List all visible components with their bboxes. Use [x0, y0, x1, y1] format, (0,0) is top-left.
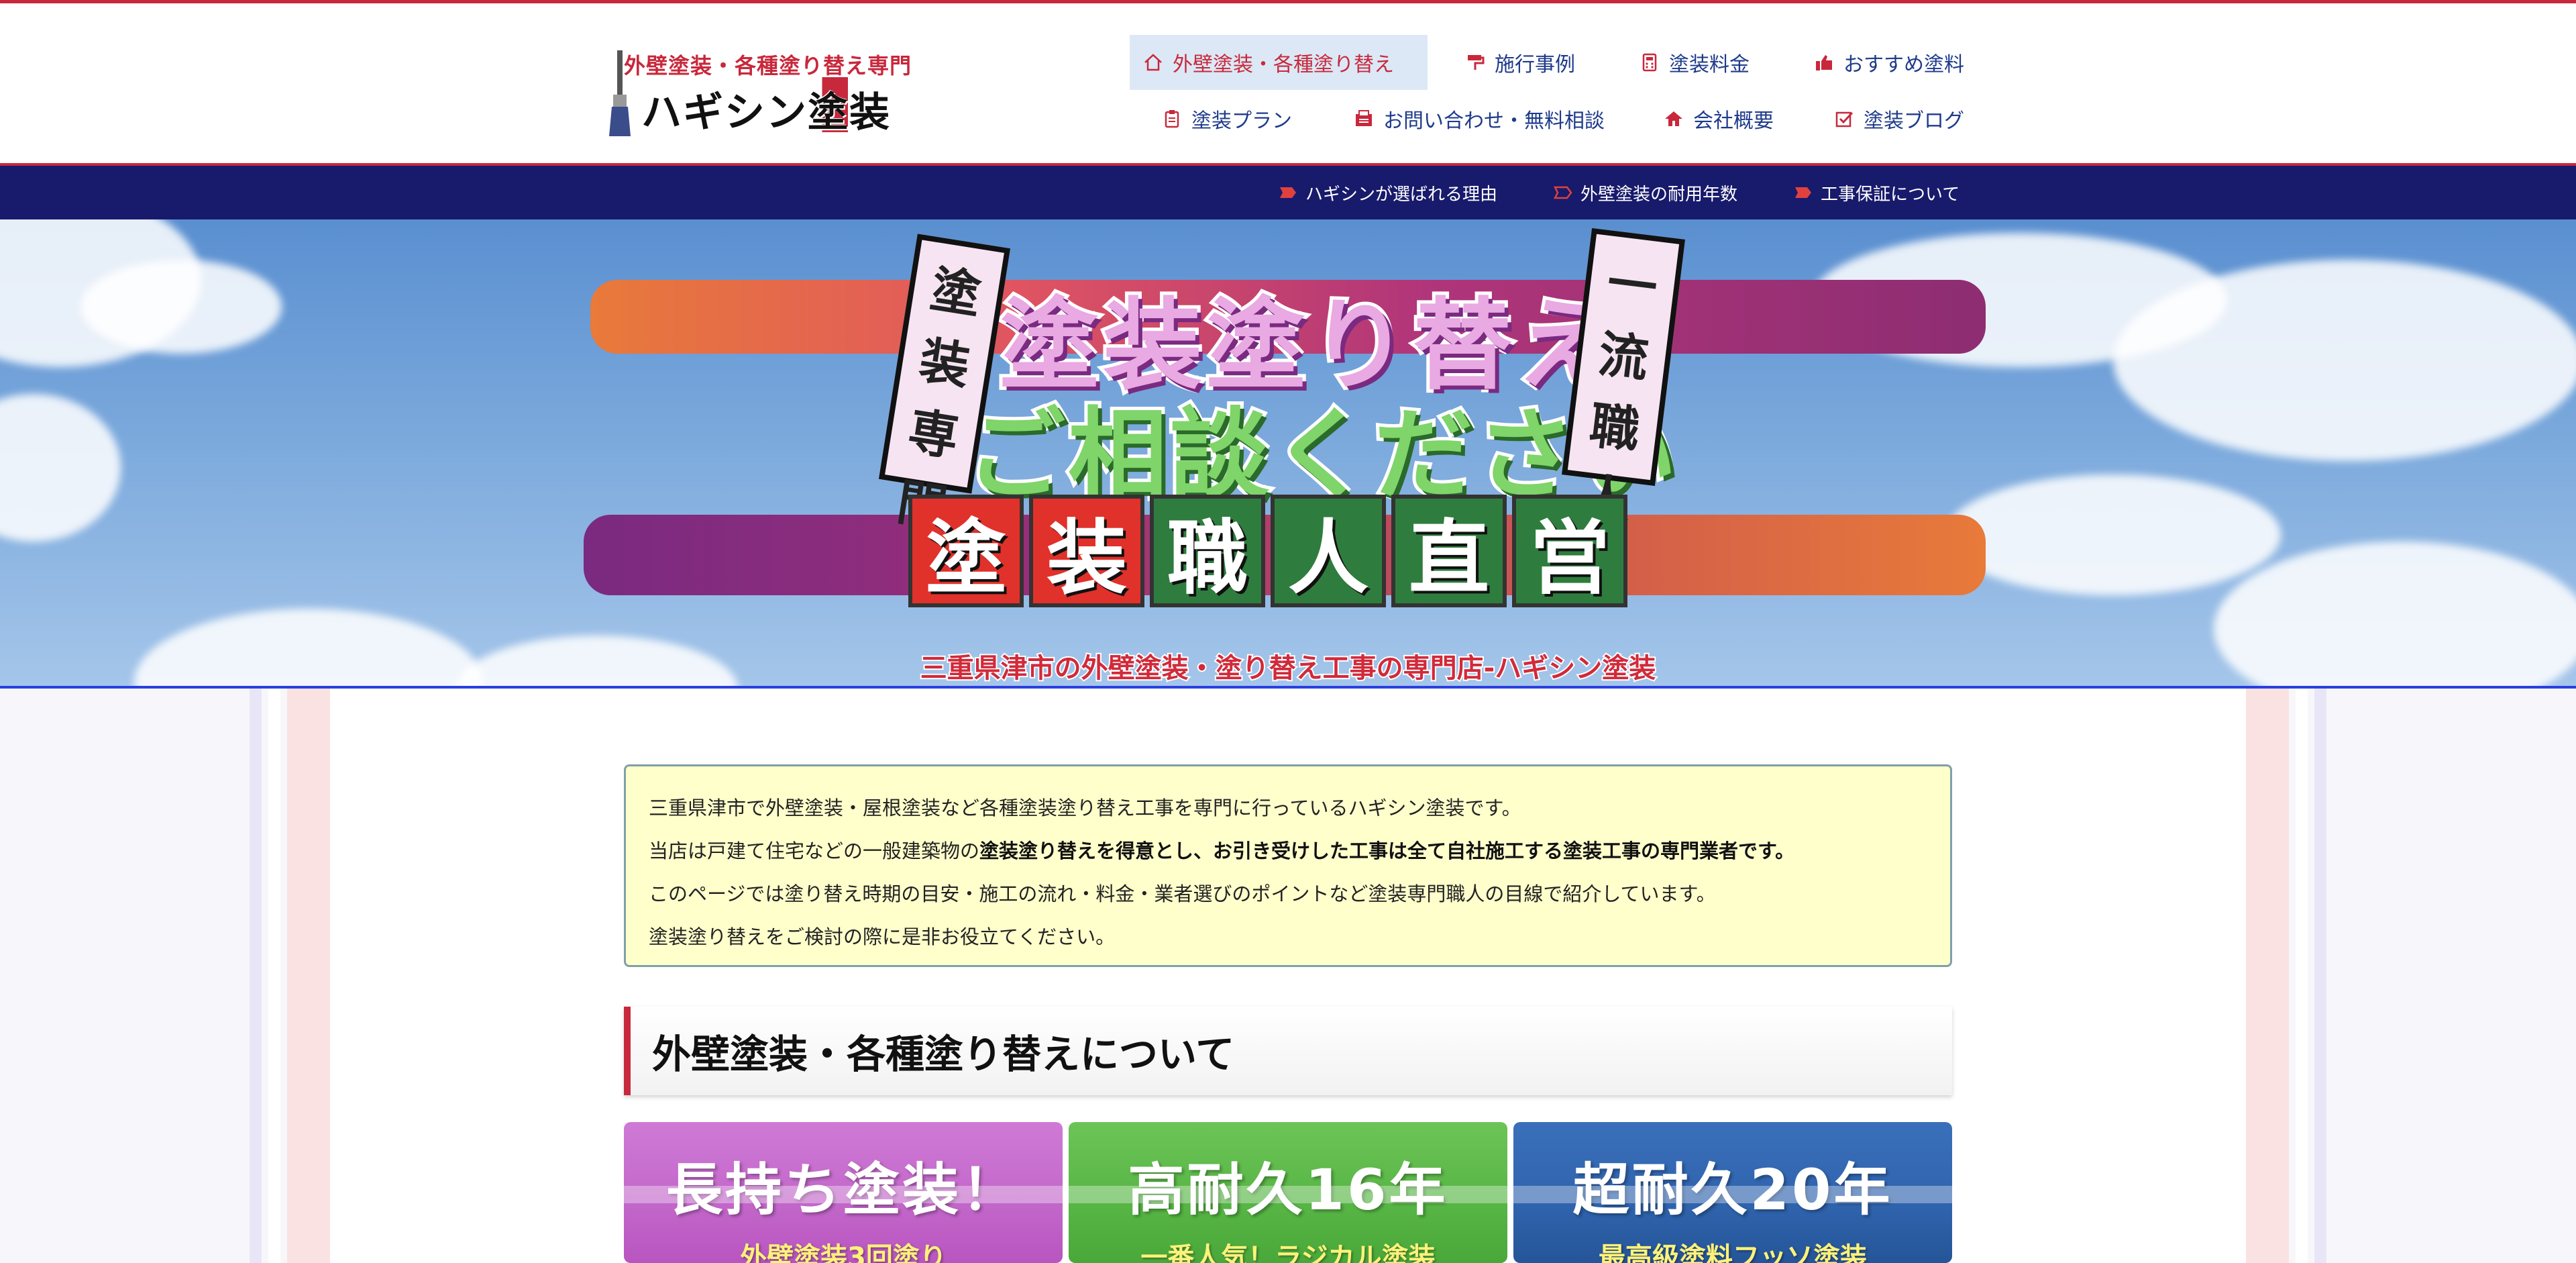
intro-emphasis: 塗装塗り替えを得意とし、お引き受けした工事は全て自社施工する塗装工事の専門業者で…: [979, 840, 1795, 862]
nav-item-label: 会社概要: [1693, 109, 1774, 133]
nav-item-contact[interactable]: お問い合わせ・無料相談: [1340, 91, 1618, 146]
cloud: [80, 260, 282, 354]
check-square-icon: [1834, 109, 1854, 129]
badge-char: 塗: [926, 260, 985, 325]
nav-item-recommended-paint[interactable]: おすすめ塗料: [1801, 35, 1978, 90]
nav-item-label: 塗装料金: [1669, 53, 1750, 77]
nav-item-exterior-painting[interactable]: 外壁塗装・各種塗り替え: [1130, 35, 1428, 90]
intro-box: 三重県津市で外壁塗装・屋根塗装など各種塗装塗り替え工事を専門に行っているハギシン…: [624, 764, 1952, 967]
home-icon: [1143, 52, 1163, 72]
thumbs-up-icon: [1814, 52, 1834, 72]
badge-char: 専: [904, 402, 963, 467]
card-shine: [1069, 1186, 1507, 1203]
home-icon: [1664, 109, 1684, 129]
tag-arrow-icon: [1280, 187, 1296, 198]
side-stripe: [2314, 689, 2326, 1263]
plan-card-3coat[interactable]: 長持ち塗装！ 外壁塗装3回塗り: [624, 1122, 1063, 1263]
subnav-item-label: 工事保証について: [1821, 184, 1960, 205]
subnav-item-label: 外壁塗装の耐用年数: [1580, 184, 1738, 205]
badge-char: 流: [1595, 325, 1652, 389]
card-subtitle: 最高級塗料フッソ塗装: [1599, 1242, 1867, 1263]
card-shine: [624, 1186, 1063, 1203]
side-stripe: [287, 689, 330, 1263]
kanji-tile: 塗: [908, 495, 1024, 607]
paint-roller-icon: [1465, 52, 1485, 72]
nav-item-label: おすすめ塗料: [1843, 53, 1964, 77]
clipboard-icon: [1162, 109, 1182, 129]
card-shine: [1513, 1186, 1952, 1203]
cloud: [1945, 474, 2281, 595]
badge-char: 職: [1586, 397, 1643, 460]
logo-name: ハギシン塗装: [641, 89, 891, 136]
kanji-tile: 直: [1391, 495, 1507, 607]
subnav-item-label: ハギシンが選ばれる理由: [1305, 184, 1498, 205]
kanji-tile: 人: [1271, 495, 1386, 607]
direct-management-kanji: 塗 装 職 人 直 営: [908, 495, 1627, 609]
card-subtitle: 一番人気！ラジカル塗装: [1140, 1242, 1436, 1263]
intro-line: このページでは塗り替え時期の目安・施工の流れ・料金・業者選びのポイントなど塗装専…: [649, 882, 1716, 905]
intro-line: 塗装塗り替えをご検討の際に是非お役立てください。: [649, 925, 1116, 948]
section-heading: 外壁塗装・各種塗り替えについて: [624, 1007, 1952, 1095]
subnav-item-durability[interactable]: 外壁塗装の耐用年数: [1554, 166, 1737, 219]
intro-text: 当店は戸建て住宅などの一般建築物の: [649, 840, 980, 862]
tag-arrow-icon: [1554, 186, 1572, 199]
kanji-tile: 職: [1150, 495, 1265, 607]
nav-item-plans[interactable]: 塗装プラン: [1148, 91, 1305, 146]
kanji-tile: 営: [1512, 495, 1627, 607]
calculator-icon: [1640, 52, 1660, 72]
tag-arrow-icon: [1795, 187, 1811, 198]
intro-line: 三重県津市で外壁塗装・屋根塗装など各種塗装塗り替え工事を専門に行っているハギシン…: [649, 797, 1521, 819]
cloud: [0, 394, 121, 542]
fax-icon: [1354, 109, 1374, 129]
nav-item-pricing[interactable]: 塗装料金: [1626, 35, 1763, 90]
badge-char: 装: [915, 331, 974, 397]
plan-cards: 長持ち塗装！ 外壁塗装3回塗り 高耐久16年 一番人気！ラジカル塗装 超耐久20…: [624, 1122, 1952, 1263]
kanji-tile: 装: [1029, 495, 1144, 607]
hero-banner: 塗装塗り替え ご相談ください 塗 装 専 門 一 流 職 人 塗 装 職 人 直…: [0, 219, 2576, 688]
subnav-item-warranty[interactable]: 工事保証について: [1794, 166, 1960, 219]
cloud: [2113, 260, 2576, 461]
side-stripe: [268, 689, 280, 1263]
intro-line: 当店は戸建て住宅などの一般建築物の塗装塗り替えを得意とし、お引き受けした工事は全…: [649, 829, 1927, 872]
global-nav: 外壁塗装・各種塗り替え 施行事例 塗装料金 おすすめ塗料 塗装プラン お問い合わ…: [1130, 35, 1972, 156]
nav-item-cases[interactable]: 施行事例: [1452, 35, 1589, 90]
logo-tagline: 外壁塗装・各種塗り替え専門: [624, 53, 912, 79]
card-subtitle: 外壁塗装3回塗り: [740, 1242, 947, 1263]
side-stripe: [2296, 689, 2308, 1263]
nav-item-label: 塗装プラン: [1191, 109, 1292, 133]
nav-item-blog[interactable]: 塗装ブログ: [1821, 91, 1978, 146]
plan-card-radical[interactable]: 高耐久16年 一番人気！ラジカル塗装: [1069, 1122, 1507, 1263]
site-logo[interactable]: 外壁塗装・各種塗り替え専門 ハギシン塗装: [606, 45, 915, 139]
nav-item-company[interactable]: 会社概要: [1650, 91, 1787, 146]
nav-item-label: 施行事例: [1495, 53, 1575, 77]
nav-item-label: 塗装ブログ: [1864, 109, 1964, 133]
badge-char: 一: [1604, 254, 1661, 317]
subnav-item-why-chosen[interactable]: ハギシンが選ばれる理由: [1279, 166, 1497, 219]
nav-item-label: お問い合わせ・無料相談: [1383, 109, 1605, 133]
side-stripe: [2246, 689, 2289, 1263]
hero-caption: 三重県津市の外壁塗装・塗り替え工事の専門店-ハギシン塗装: [919, 652, 1658, 685]
sub-nav: ハギシンが選ばれる理由 外壁塗装の耐用年数 工事保証について: [0, 166, 2576, 219]
nav-item-label: 外壁塗装・各種塗り替え: [1173, 53, 1394, 77]
plan-card-fluorine[interactable]: 超耐久20年 最高級塗料フッソ塗装: [1513, 1122, 1952, 1263]
side-stripe: [250, 689, 262, 1263]
